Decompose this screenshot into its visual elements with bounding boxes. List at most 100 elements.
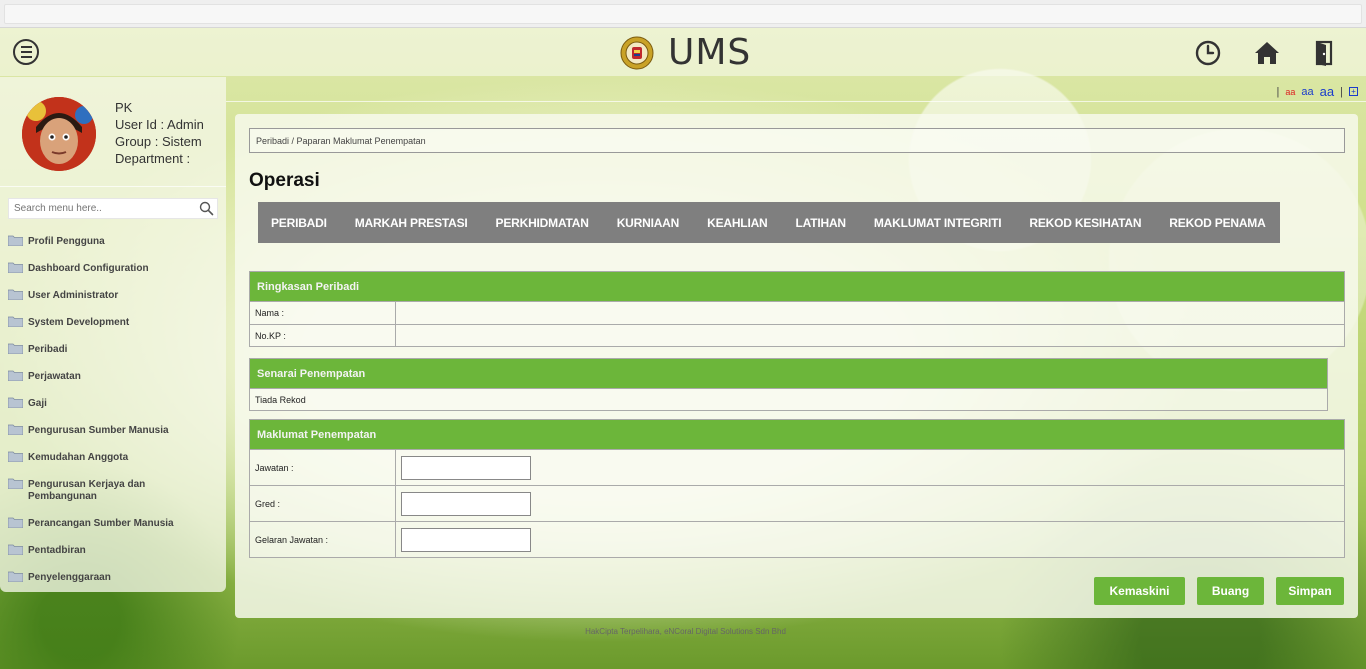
sidebar-item-kemudahan-anggota[interactable]: Kemudahan Anggota (0, 443, 226, 470)
sidebar-item-pengurusan-sumber-manusia[interactable]: Pengurusan Sumber Manusia (0, 416, 226, 443)
folder-icon (8, 235, 23, 246)
sidebar-item-label: Gaji (28, 398, 47, 409)
profile-group: Group : Sistem (115, 134, 202, 149)
kemaskini-button[interactable]: Kemaskini (1094, 577, 1185, 605)
sidebar-item-label: Pentadbiran (28, 545, 86, 556)
avatar-image (22, 97, 96, 171)
sidebar-item-pengurusan-kerjaya[interactable]: Pengurusan Kerjaya dan Pembangunan (0, 470, 226, 509)
tab-kurniaan[interactable]: KURNIAAN (617, 216, 680, 230)
folder-icon (8, 370, 23, 381)
browser-chrome-strip (0, 0, 1366, 28)
folder-icon (8, 262, 23, 273)
tab-maklumat-integriti[interactable]: MAKLUMAT INTEGRITI (874, 216, 1002, 230)
separator: | (1276, 85, 1280, 98)
university-logo (620, 36, 654, 70)
tab-rekod-penama[interactable]: REKOD PENAMA (1169, 216, 1265, 230)
sidebar-item-label: Pengurusan Sumber Manusia (28, 425, 169, 436)
folder-icon (8, 289, 23, 300)
nama-label: Nama : (250, 302, 396, 324)
tab-perkhidmatan[interactable]: PERKHIDMATAN (496, 216, 589, 230)
gelaran-jawatan-row: Gelaran Jawatan : (250, 521, 1344, 557)
logout-door-icon[interactable] (1309, 38, 1339, 68)
browser-address-area (4, 4, 1362, 24)
nokp-value (396, 325, 1344, 346)
sidebar-item-label: Kemudahan Anggota (28, 452, 129, 463)
tab-keahlian[interactable]: KEAHLIAN (707, 216, 768, 230)
profile-department: Department : (115, 151, 191, 166)
home-icon[interactable] (1252, 38, 1282, 68)
nokp-row: No.KP : (250, 324, 1344, 346)
search-input[interactable] (9, 199, 194, 218)
sidebar-item-label: User Administrator (28, 290, 119, 301)
ringkasan-peribadi-section: Ringkasan Peribadi Nama : No.KP : (249, 271, 1345, 347)
avatar (22, 97, 96, 171)
empty-record-text: Tiada Rekod (250, 388, 1327, 410)
sidebar-item-label: Perjawatan (28, 371, 81, 382)
tab-latihan[interactable]: LATIHAN (796, 216, 847, 230)
user-profile: PK User Id : Admin Group : Sistem Depart… (0, 77, 226, 187)
sidebar-search (8, 198, 218, 219)
add-widget-icon[interactable]: + (1349, 87, 1358, 96)
sidebar-item-label: Dashboard Configuration (28, 263, 149, 274)
page-title: Operasi (249, 170, 320, 191)
maklumat-penempatan-section: Maklumat Penempatan Jawatan : Gred : Gel… (249, 419, 1345, 558)
font-size-controls: | aa aa aa | + (1277, 84, 1358, 99)
footer-text: HakCipta Terpelihara, eNCoral Digital So… (585, 627, 786, 636)
jawatan-label: Jawatan : (250, 450, 396, 485)
folder-icon (8, 451, 23, 462)
sidebar-menu: Profil Pengguna Dashboard Configuration … (0, 227, 226, 590)
sidebar-item-label: Penyelenggaraan (28, 572, 111, 583)
font-size-medium-button[interactable]: aa (1301, 86, 1313, 98)
tab-markah-prestasi[interactable]: MARKAH PRESTASI (355, 216, 468, 230)
font-size-small-button[interactable]: aa (1285, 87, 1295, 97)
nama-value (396, 302, 1344, 324)
tab-bar: PERIBADI MARKAH PRESTASI PERKHIDMATAN KU… (258, 202, 1280, 243)
gelaran-jawatan-input[interactable] (401, 527, 531, 552)
sidebar-item-perancangan-sumber-manusia[interactable]: Perancangan Sumber Manusia (0, 509, 226, 536)
menu-toggle-button[interactable] (13, 39, 39, 65)
tab-rekod-kesihatan[interactable]: REKOD KESIHATAN (1029, 216, 1141, 230)
app-title: UMS (668, 32, 752, 73)
section-header: Senarai Penempatan (250, 359, 1327, 388)
gred-input[interactable] (401, 491, 531, 516)
history-clock-icon[interactable] (1193, 38, 1223, 68)
section-header: Maklumat Penempatan (250, 420, 1344, 449)
jawatan-input[interactable] (401, 455, 531, 480)
divider (226, 101, 1366, 102)
sidebar-item-perjawatan[interactable]: Perjawatan (0, 362, 226, 389)
sidebar-item-profil-pengguna[interactable]: Profil Pengguna (0, 227, 226, 254)
top-bar: UMS (0, 28, 1366, 76)
gelaran-jawatan-label: Gelaran Jawatan : (250, 522, 396, 557)
footer-copyright: HakCipta Terpelihara, eNCoral Digital So… (0, 627, 1366, 636)
folder-icon (8, 571, 23, 582)
sidebar-item-label: System Development (28, 317, 130, 328)
tab-peribadi[interactable]: PERIBADI (271, 216, 327, 230)
profile-user-id: User Id : Admin (115, 117, 204, 132)
gred-label: Gred : (250, 486, 396, 521)
sidebar-item-system-development[interactable]: System Development (0, 308, 226, 335)
jawatan-row: Jawatan : (250, 449, 1344, 485)
sidebar-item-gaji[interactable]: Gaji (0, 389, 226, 416)
font-size-large-button[interactable]: aa (1320, 84, 1334, 99)
search-icon[interactable] (199, 201, 214, 216)
folder-icon (8, 397, 23, 408)
separator: | (1340, 85, 1343, 98)
sidebar-item-label: Pengurusan Kerjaya dan Pembangunan (28, 479, 146, 502)
sidebar-item-label: Perancangan Sumber Manusia (28, 518, 174, 529)
folder-icon (8, 517, 23, 528)
sidebar-item-dashboard-configuration[interactable]: Dashboard Configuration (0, 254, 226, 281)
profile-name: PK (115, 100, 133, 115)
nokp-label: No.KP : (250, 325, 396, 346)
folder-icon (8, 544, 23, 555)
sidebar-item-pentadbiran[interactable]: Pentadbiran (0, 536, 226, 563)
sidebar-item-peribadi[interactable]: Peribadi (0, 335, 226, 362)
simpan-button[interactable]: Simpan (1276, 577, 1344, 605)
sidebar-item-penyelenggaraan[interactable]: Penyelenggaraan (0, 563, 226, 590)
buang-button[interactable]: Buang (1197, 577, 1264, 605)
sidebar: PK User Id : Admin Group : Sistem Depart… (0, 77, 226, 592)
senarai-penempatan-section: Senarai Penempatan Tiada Rekod (249, 358, 1328, 411)
folder-icon (8, 343, 23, 354)
sidebar-item-user-administrator[interactable]: User Administrator (0, 281, 226, 308)
profile-details: PK User Id : Admin Group : Sistem Depart… (115, 99, 204, 167)
breadcrumb: Peribadi / Paparan Maklumat Penempatan (249, 128, 1345, 153)
